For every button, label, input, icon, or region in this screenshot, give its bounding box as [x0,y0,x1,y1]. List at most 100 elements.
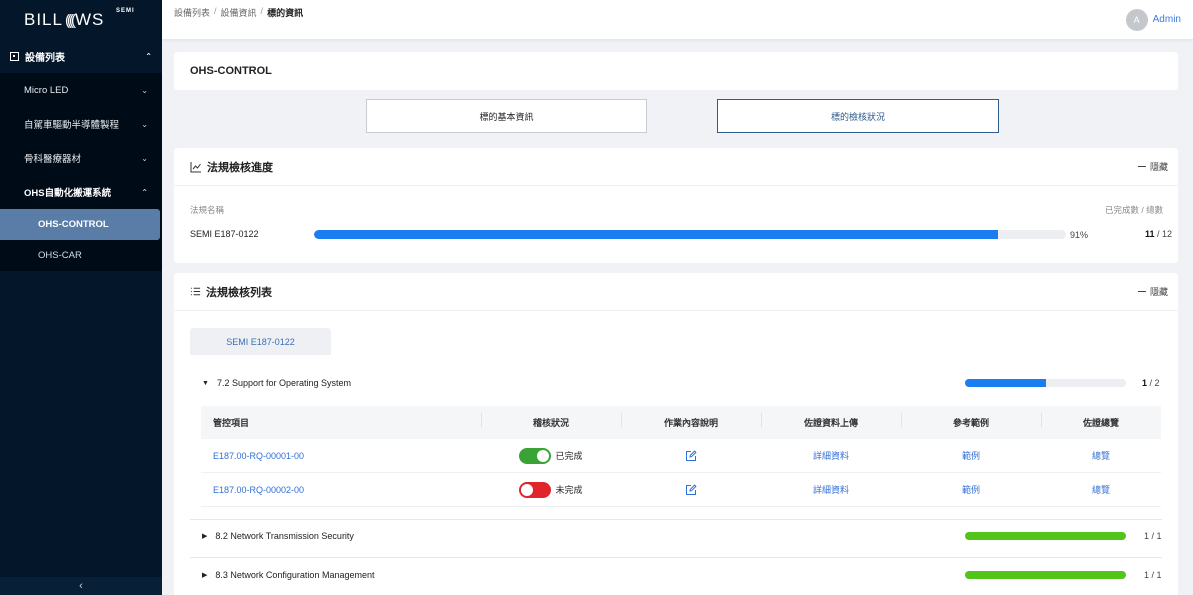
column-label-regulation-name: 法規名稱 [190,205,225,215]
sidebar-group-label: 設備列表 [25,53,65,64]
status-text: 已完成 [555,451,583,461]
breadcrumb-item-device-list[interactable]: 設備列表 [174,6,210,19]
regulation-progress-percent: 91% [1070,230,1089,240]
column-header-evidence-overview: 佐證總覽 [1041,413,1161,429]
section-8-3-header[interactable]: ▶ 8.3 Network Configuration Management [202,567,374,583]
section-divider [190,519,1162,520]
main-content: OHS-CONTROL 標的基本資訊 標的檢核狀況 法規檢核進度 隱藏 法規名稱 [174,52,1178,595]
sidebar-item-ohs-system[interactable]: OHS自動化搬運系統 ⌃ [0,175,162,209]
column-header-control-item: 管控項目 [213,418,250,428]
column-label-completed-total: 已完成數 / 總數 [1105,205,1164,215]
chevron-up-icon: ⌃ [141,187,148,197]
section-label: 8.2 Network Transmission Security [215,531,354,541]
control-item-link[interactable]: E187.00-RQ-00001-00 [213,451,304,461]
status-toggle[interactable] [519,447,552,464]
section-progress-fill [965,379,1046,387]
ratio-done: 1 [1142,378,1148,388]
sidebar-submenu: Micro LED ⌄ 自駕車驅動半導體製程 ⌄ 骨科醫療器材 ⌄ OHS自動化… [0,73,162,271]
section-label: 7.2 Support for Operating System [216,378,352,388]
tab-basic-info[interactable]: 標的基本資訊 [366,99,647,133]
example-link[interactable]: 範例 [962,449,980,462]
sidebar-item-micro-led[interactable]: Micro LED ⌄ [0,73,162,107]
table-row: E187.00-RQ-00001-00 已完成 詳細資料 範例 總覽 [201,439,1161,473]
device-list-icon [10,52,19,61]
user-menu[interactable]: A Admin [1125,8,1181,31]
edit-icon[interactable] [685,483,697,496]
section-7-2-progress-bar [965,379,1126,387]
detail-link[interactable]: 詳細資料 [813,483,849,496]
regulation-name: SEMI E187-0122 [190,229,259,239]
sidebar-item-label: OHS自動化搬運系統 [24,188,112,199]
sidebar-subitem-ohs-control[interactable]: OHS-CONTROL [0,209,160,240]
user-name: Admin [1152,14,1181,25]
table-header: 管控項目 稽核狀況 作業內容說明 佐證資料上傳 參考範例 佐證總覽 [201,406,1161,439]
overview-link[interactable]: 總覽 [1092,483,1110,496]
audit-list-title: 法規檢核列表 [206,286,272,299]
example-link[interactable]: 範例 [962,483,980,496]
tab-label: 標的基本資訊 [479,111,534,122]
sidebar-collapse-button[interactable]: ‹ [0,577,162,595]
sidebar-subitem-ohs-car[interactable]: OHS-CAR [0,240,162,271]
standard-tab-semi-e187[interactable]: SEMI E187-0122 [190,328,331,355]
chevron-up-icon: ⌃ [145,52,152,61]
ratio-done: 1 [1144,531,1150,541]
minus-icon [1137,166,1146,167]
logo-text-right: WS [74,10,105,29]
section-divider [190,557,1162,558]
logo-text-left: BILL [24,10,63,29]
minus-icon [1137,291,1146,292]
chevron-down-icon: ⌄ [141,119,148,129]
section-8-3-progress-bar [965,571,1126,579]
hide-label: 隱藏 [1149,287,1168,297]
overview-link[interactable]: 總覽 [1092,449,1110,462]
ratio-done: 1 [1144,570,1150,580]
tab-bar: 標的基本資訊 標的檢核狀況 [174,99,1178,133]
tab-audit-status[interactable]: 標的檢核狀況 [717,99,999,133]
toggle-knob [521,483,534,496]
ratio-total: 12 [1162,229,1173,239]
progress-card: 法規檢核進度 隱藏 [174,148,1178,263]
edit-icon[interactable] [685,449,697,462]
ratio-total: 1 [1156,570,1162,580]
section-8-3-ratio: 1 / 1 [1144,570,1162,580]
ratio-done: 11 [1145,229,1155,239]
regulation-progress-ratio: 11 / 12 [1145,229,1173,239]
breadcrumb: 設備列表 / 設備資訊 / 標的資訊 [174,6,303,19]
breadcrumb-item-device-info[interactable]: 設備資訊 [221,6,257,19]
progress-card-title: 法規檢核進度 [207,161,273,174]
section-8-2-ratio: 1 / 1 [1144,531,1162,541]
list-icon [190,287,201,296]
sidebar-item-label: 骨科醫療器材 [24,154,82,165]
chevron-down-icon: ⌄ [141,153,148,163]
column-header-reference-example: 參考範例 [901,413,1041,429]
logo-superscript: SEMI [116,8,135,14]
top-bar: 設備列表 / 設備資訊 / 標的資訊 A Admin [162,0,1193,40]
regulation-progress-bar [314,230,1066,239]
detail-link[interactable]: 詳細資料 [813,449,849,462]
ratio-total: 2 [1154,378,1160,388]
page-title: OHS-CONTROL [190,65,272,77]
sidebar-item-autonomous-semiconductor[interactable]: 自駕車驅動半導體製程 ⌄ [0,107,162,141]
sidebar-item-label: 自駕車驅動半導體製程 [24,120,120,131]
section-7-2-header[interactable]: ▼ 7.2 Support for Operating System [202,375,351,391]
section-label: 8.3 Network Configuration Management [215,570,375,580]
progress-hide-button[interactable]: 隱藏 [1137,160,1168,173]
breadcrumb-separator: / [214,6,217,16]
table-row: E187.00-RQ-00002-00 未完成 詳細資料 範例 總覽 [201,473,1161,507]
status-toggle[interactable] [519,481,552,498]
breadcrumb-separator: / [260,6,264,16]
chevron-left-icon: ‹ [79,580,83,592]
control-item-link[interactable]: E187.00-RQ-00002-00 [213,485,304,495]
status-text: 未完成 [555,485,583,495]
logo[interactable]: BILL (((( WS SEMI [0,0,162,40]
audit-list-hide-button[interactable]: 隱藏 [1137,285,1168,298]
sidebar-item-orthopedic-devices[interactable]: 骨科醫療器材 ⌄ [0,141,162,175]
sidebar-group-device-list[interactable]: 設備列表 ⌃ [0,40,162,73]
chevron-down-icon: ⌄ [141,85,148,95]
ratio-total: 1 [1156,531,1162,541]
audit-list-header: 法規檢核列表 隱藏 [174,273,1178,311]
audit-items-table: 管控項目 稽核狀況 作業內容說明 佐證資料上傳 參考範例 佐證總覽 E187.0… [201,406,1161,507]
toggle-knob [537,449,550,462]
section-8-2-header[interactable]: ▶ 8.2 Network Transmission Security [202,528,354,544]
sidebar: BILL (((( WS SEMI 設備列表 ⌃ Micro LED ⌄ 自駕車… [0,0,162,595]
